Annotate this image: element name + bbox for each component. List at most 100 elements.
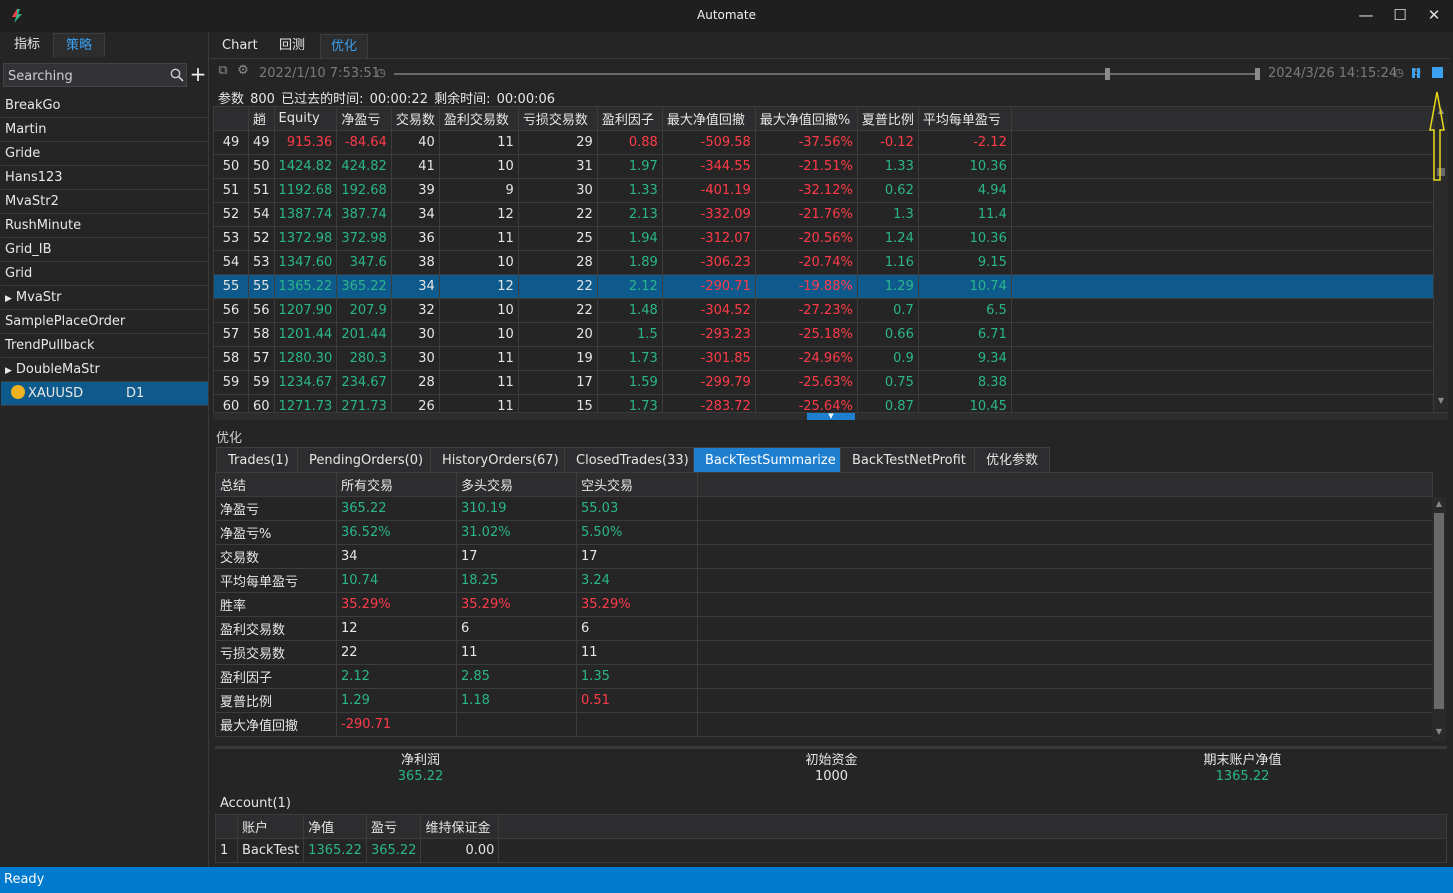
grid-row[interactable]: 58 57 1280.30 280.3 30 11 19 1.73 -301.85 -24.96%… bbox=[213, 346, 1434, 371]
scrollbar-thumb[interactable] bbox=[1434, 513, 1444, 709]
strategy-item[interactable]: Hans123 bbox=[1, 166, 208, 190]
grid-row[interactable]: 49 49 915.36 -84.64 40 11 29 0.88 -509.58 -37.56%… bbox=[213, 130, 1434, 155]
grid-row[interactable]: 52 54 1387.74 387.74 34 12 22 2.13 -332.09 -21.76… bbox=[213, 202, 1434, 227]
summary-scrollbar[interactable]: ▲ ▼ bbox=[1432, 497, 1446, 741]
account-column-header[interactable]: 维持保证金 bbox=[420, 814, 500, 839]
bottom-tab[interactable]: ClosedTrades(33) bbox=[564, 447, 701, 472]
grid-column-header[interactable]: 趟 bbox=[248, 106, 275, 131]
grid-row[interactable]: 53 52 1372.98 372.98 36 11 25 1.94 -312.07 -20.56… bbox=[213, 226, 1434, 251]
grid-row[interactable]: 56 56 1207.90 207.9 32 10 22 1.48 -304.52 -27.23%… bbox=[213, 298, 1434, 323]
slider-end-handle[interactable] bbox=[1255, 68, 1260, 80]
strategy-item[interactable]: ▶ DoubleMaStr bbox=[1, 358, 208, 382]
scroll-up-icon[interactable]: ▲ bbox=[1434, 499, 1444, 509]
grid-cell: 10.74 bbox=[917, 274, 1012, 299]
tab-strategies[interactable]: 策略 bbox=[53, 33, 106, 57]
close-button[interactable]: ✕ bbox=[1417, 4, 1451, 26]
settings-gear-icon[interactable]: ⚙ bbox=[235, 63, 251, 79]
grid-row[interactable]: 50 50 1424.82 424.82 41 10 31 1.97 -344.55 -21.51… bbox=[213, 154, 1434, 179]
bottom-tab[interactable]: PendingOrders(0) bbox=[297, 447, 436, 472]
maximize-button[interactable]: ☐ bbox=[1383, 4, 1417, 26]
summary-cell: 最大净值回撤 bbox=[215, 712, 337, 737]
summary-filler-cell bbox=[697, 688, 1433, 713]
grid-cell: 12 bbox=[438, 274, 519, 299]
grid-column-header[interactable]: 最大净值回撤% bbox=[754, 106, 858, 131]
strategy-item[interactable]: ▶ MvaStr bbox=[1, 286, 208, 310]
grid-column-header[interactable]: 平均每单盈亏 bbox=[917, 106, 1012, 131]
grid-cell: 30 bbox=[517, 178, 598, 203]
chart-view-icon[interactable]: ⧉ bbox=[215, 63, 231, 79]
strategy-item[interactable]: BreakGo bbox=[1, 94, 208, 118]
grid-column-header[interactable] bbox=[213, 106, 249, 131]
stop-icon[interactable] bbox=[1432, 67, 1443, 78]
account-column-header[interactable] bbox=[215, 814, 238, 839]
scroll-down-icon[interactable]: ▼ bbox=[1436, 396, 1446, 406]
expand-caret-icon[interactable]: ▶ bbox=[5, 366, 12, 376]
strategy-item[interactable]: RushMinute bbox=[1, 214, 208, 238]
calendar-icon[interactable]: ◷ bbox=[373, 65, 389, 81]
grid-row[interactable]: 60 60 1271.73 271.73 26 11 15 1.73 -283.72 -25.64… bbox=[213, 394, 1434, 412]
add-strategy-button[interactable]: + bbox=[189, 63, 207, 87]
minimize-button[interactable]: — bbox=[1349, 4, 1383, 26]
initial-capital-label: 初始资金 bbox=[805, 753, 858, 768]
tab-indicators[interactable]: 指标 bbox=[2, 33, 52, 57]
date-range-slider[interactable] bbox=[394, 73, 1258, 75]
grid-cell: 11.4 bbox=[917, 202, 1012, 227]
summary-cell: 6 bbox=[576, 616, 698, 641]
bottom-tab[interactable]: HistoryOrders(67) bbox=[430, 447, 571, 472]
grid-column-header[interactable]: 亏损交易数 bbox=[517, 106, 598, 131]
end-date[interactable]: 2024/3/26 14:15:24 bbox=[1268, 66, 1397, 81]
grid-column-header[interactable]: 盈利交易数 bbox=[438, 106, 519, 131]
grid-column-header[interactable]: 交易数 bbox=[390, 106, 440, 131]
calendar-icon[interactable]: ◷ bbox=[1391, 65, 1407, 81]
tab-chart[interactable]: Chart bbox=[212, 34, 268, 58]
grid-row[interactable]: 59 59 1234.67 234.67 28 11 17 1.59 -299.79 -25.63… bbox=[213, 370, 1434, 395]
strategy-item[interactable]: Martin bbox=[1, 118, 208, 142]
search-icon[interactable] bbox=[170, 68, 184, 82]
strategy-item[interactable]: Grid bbox=[1, 262, 208, 286]
grid-column-header[interactable]: 净盈亏 bbox=[336, 106, 392, 131]
bottom-tab[interactable]: BackTestSummarize bbox=[693, 447, 848, 472]
summary-column-header[interactable]: 所有交易 bbox=[336, 472, 457, 497]
grid-row[interactable]: 57 58 1201.44 201.44 30 10 20 1.5 -293.23 -25.18%… bbox=[213, 322, 1434, 347]
grid-column-header[interactable]: 盈利因子 bbox=[596, 106, 663, 131]
grid-cell: 59 bbox=[248, 370, 275, 395]
expand-caret-icon[interactable]: ▶ bbox=[5, 294, 12, 304]
account-column-header[interactable]: 盈亏 bbox=[365, 814, 422, 839]
summary-column-header[interactable]: 多头交易 bbox=[456, 472, 577, 497]
account-column-header[interactable]: 账户 bbox=[236, 814, 305, 839]
strategy-item[interactable]: SamplePlaceOrder bbox=[1, 310, 208, 334]
grid-row[interactable]: 54 53 1347.60 347.6 38 10 28 1.89 -306.23 -20.74%… bbox=[213, 250, 1434, 275]
bottom-tab[interactable]: 优化参数 bbox=[974, 447, 1051, 472]
summary-column-header[interactable]: 空头交易 bbox=[576, 472, 698, 497]
strategy-item[interactable]: Grid_IB bbox=[1, 238, 208, 262]
bottom-tab[interactable]: Trades(1) bbox=[216, 447, 301, 472]
grid-cell: 26 bbox=[390, 394, 440, 412]
scroll-down-icon[interactable]: ▼ bbox=[1434, 727, 1444, 737]
search-input[interactable] bbox=[8, 67, 168, 85]
grid-row[interactable]: 51 51 1192.68 192.68 39 9 30 1.33 -401.19 -32.12%… bbox=[213, 178, 1434, 203]
summary-cell: 0.51 bbox=[576, 688, 698, 713]
grid-cell: 1424.82 bbox=[273, 154, 338, 179]
grid-filler-cell bbox=[1010, 226, 1434, 251]
slider-start-handle[interactable] bbox=[1104, 68, 1110, 80]
grid-cell: 207.9 bbox=[336, 298, 392, 323]
bottom-tab[interactable]: BackTestNetProfit bbox=[840, 447, 978, 472]
grid-cell: 10.45 bbox=[917, 394, 1012, 412]
strategy-item[interactable]: MvaStr2 bbox=[1, 190, 208, 214]
grid-column-header[interactable]: 最大净值回撤 bbox=[661, 106, 756, 131]
strategy-item[interactable]: Gride bbox=[1, 142, 208, 166]
grid-cell: 30 bbox=[390, 322, 440, 347]
account-row[interactable]: 1 BackTest 1365.22 365.22 0.00 bbox=[215, 838, 1447, 863]
grid-row[interactable]: 55 55 1365.22 365.22 34 12 22 2.12 -290.71 -19.88… bbox=[213, 274, 1434, 299]
strategy-item[interactable]: TrendPullback bbox=[1, 334, 208, 358]
summary-column-header[interactable]: 总结 bbox=[215, 472, 337, 497]
symbol-item[interactable]: XAUUSD D1 bbox=[1, 382, 208, 406]
splitter-collapse-icon[interactable]: ▼ bbox=[807, 413, 855, 420]
pause-icon[interactable] bbox=[1412, 68, 1420, 78]
tab-optimize[interactable]: 优化 bbox=[320, 34, 369, 58]
grid-column-header[interactable]: Equity bbox=[273, 106, 338, 131]
account-column-header[interactable]: 净值 bbox=[303, 814, 367, 839]
start-date[interactable]: 2022/1/10 7:53:51 bbox=[259, 66, 380, 81]
tab-backtest[interactable]: 回测 bbox=[269, 34, 315, 58]
grid-column-header[interactable]: 夏普比例 bbox=[856, 106, 919, 131]
